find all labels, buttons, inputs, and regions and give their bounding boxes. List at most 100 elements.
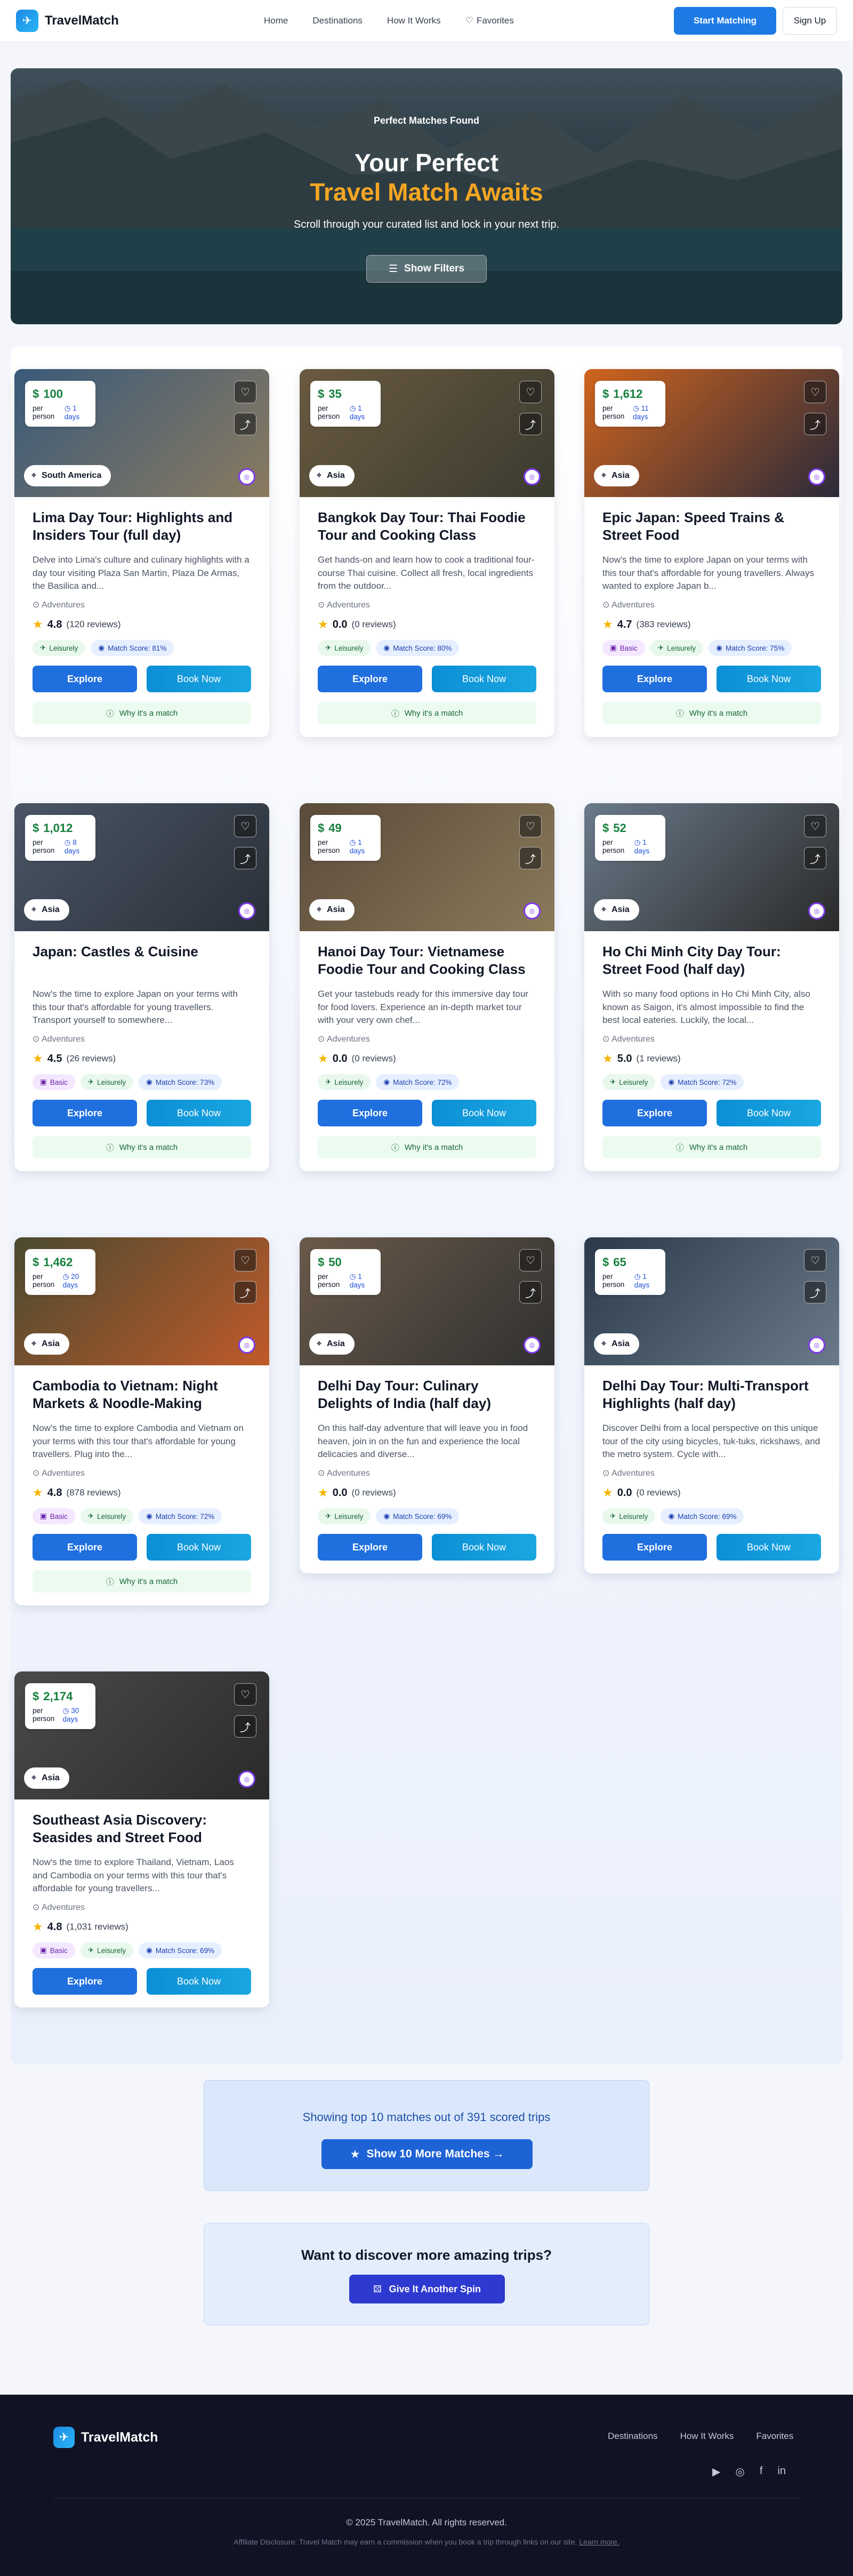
brand-logo[interactable]: ✈ TravelMatch — [16, 9, 119, 32]
favorite-button[interactable]: ♡ — [519, 815, 542, 837]
learn-more-link[interactable]: Learn more. — [579, 2538, 619, 2546]
trip-image[interactable]: $52 per person ◷ 1 days ♡ ⤴ ⌖ Asia ◎ — [584, 803, 839, 931]
show-filters-button[interactable]: ☰ Show Filters — [366, 255, 487, 283]
favorite-button[interactable]: ♡ — [234, 1683, 256, 1706]
tag-basic: ▣ Basic — [33, 1508, 75, 1524]
explore-button[interactable]: Explore — [33, 666, 137, 692]
region-badge: ⌖ Asia — [309, 1333, 355, 1355]
trip-image[interactable]: $50 per person ◷ 1 days ♡ ⤴ ⌖ Asia ◎ — [300, 1237, 554, 1365]
nav-how-it-works[interactable]: How It Works — [387, 15, 441, 26]
clock-icon: ◷ — [349, 838, 356, 846]
favorite-button[interactable]: ♡ — [234, 381, 256, 403]
book-now-button[interactable]: Book Now — [717, 1534, 821, 1561]
why-match-button[interactable]: ⓘ Why it's a match — [33, 702, 251, 724]
tag-label: Match Score: 72% — [155, 1512, 215, 1521]
explore-button[interactable]: Explore — [33, 1100, 137, 1126]
tag-label: Match Score: 75% — [725, 644, 785, 652]
explore-button[interactable]: Explore — [33, 1534, 137, 1561]
favorite-button[interactable]: ♡ — [804, 381, 826, 403]
share-button[interactable]: ⤴ — [234, 413, 256, 435]
tag-label: Leisurely — [667, 644, 696, 652]
nav-destinations[interactable]: Destinations — [312, 15, 363, 26]
share-button[interactable]: ⤴ — [234, 847, 256, 869]
explore-button[interactable]: Explore — [318, 1534, 422, 1561]
book-now-button[interactable]: Book Now — [432, 666, 536, 692]
trip-image[interactable]: $49 per person ◷ 1 days ♡ ⤴ ⌖ Asia ◎ — [300, 803, 554, 931]
share-button[interactable]: ⤴ — [519, 847, 542, 869]
nav-favorites[interactable]: ♡ Favorites — [465, 15, 514, 26]
book-now-button[interactable]: Book Now — [147, 1534, 251, 1561]
trip-title[interactable]: Delhi Day Tour: Multi-Transport Highligh… — [602, 1377, 821, 1412]
trip-image[interactable]: $35 per person ◷ 1 days ♡ ⤴ ⌖ Asia ◎ — [300, 369, 554, 497]
youtube-icon[interactable]: ▶ — [712, 2465, 720, 2478]
linkedin-icon[interactable]: in — [777, 2465, 786, 2478]
trip-title[interactable]: Delhi Day Tour: Culinary Delights of Ind… — [318, 1377, 536, 1412]
footer-logo[interactable]: ✈ TravelMatch — [53, 2427, 158, 2448]
footer-link-how-it-works[interactable]: How It Works — [680, 2431, 734, 2442]
share-button[interactable]: ⤴ — [234, 1715, 256, 1738]
trip-title[interactable]: Japan: Castles & Cuisine — [33, 943, 251, 978]
trip-title[interactable]: Lima Day Tour: Highlights and Insiders T… — [33, 509, 251, 544]
favorite-button[interactable]: ♡ — [804, 1249, 826, 1271]
why-match-button[interactable]: ⓘ Why it's a match — [602, 702, 821, 724]
explore-button[interactable]: Explore — [318, 1100, 422, 1126]
trip-title[interactable]: Southeast Asia Discovery: Seasides and S… — [33, 1811, 251, 1846]
trip-title[interactable]: Cambodia to Vietnam: Night Markets & Noo… — [33, 1377, 251, 1412]
why-match-button[interactable]: ⓘ Why it's a match — [33, 1570, 251, 1593]
book-now-button[interactable]: Book Now — [717, 1100, 821, 1126]
instagram-icon[interactable]: ◎ — [735, 2465, 744, 2478]
trip-image[interactable]: $100 per person ◷ 1 days ♡ ⤴ ⌖ South Ame… — [14, 369, 269, 497]
book-now-button[interactable]: Book Now — [147, 666, 251, 692]
book-now-button[interactable]: Book Now — [147, 1968, 251, 1995]
favorite-button[interactable]: ♡ — [234, 1249, 256, 1271]
spin-again-button[interactable]: ⚄ Give It Another Spin — [349, 2275, 505, 2303]
tag-list: ▣ Basic ✈ Leisurely ◉ Match Score: 69% — [33, 1942, 251, 1958]
start-matching-button[interactable]: Start Matching — [674, 7, 776, 35]
why-match-button[interactable]: ⓘ Why it's a match — [318, 1136, 536, 1158]
nav-home[interactable]: Home — [264, 15, 288, 26]
book-now-button[interactable]: Book Now — [432, 1100, 536, 1126]
facebook-icon[interactable]: f — [760, 2465, 763, 2478]
favorite-button[interactable]: ♡ — [519, 1249, 542, 1271]
share-icon: ⤴ — [240, 1722, 251, 1734]
explore-button[interactable]: Explore — [33, 1968, 137, 1995]
trip-image[interactable]: $1,612 per person ◷ 11 days ♡ ⤴ ⌖ Asia ◎ — [584, 369, 839, 497]
tag-list: ▣ Basic ✈ Leisurely ◉ Match Score: 73% — [33, 1074, 251, 1090]
why-match-button[interactable]: ⓘ Why it's a match — [33, 1136, 251, 1158]
trip-image[interactable]: $1,462 per person ◷ 20 days ♡ ⤴ ⌖ Asia ◎ — [14, 1237, 269, 1365]
explore-button[interactable]: Explore — [602, 666, 707, 692]
favorite-button[interactable]: ♡ — [234, 815, 256, 837]
explore-button[interactable]: Explore — [318, 666, 422, 692]
show-more-button[interactable]: ★ Show 10 More Matches → — [321, 2139, 533, 2169]
why-match-button[interactable]: ⓘ Why it's a match — [602, 1136, 821, 1158]
trip-image[interactable]: $1,012 per person ◷ 8 days ♡ ⤴ ⌖ Asia ◎ — [14, 803, 269, 931]
sign-up-button[interactable]: Sign Up — [783, 7, 837, 35]
book-now-button[interactable]: Book Now — [432, 1534, 536, 1561]
explore-button[interactable]: Explore — [602, 1534, 707, 1561]
review-count: (878 reviews) — [66, 1487, 121, 1498]
trip-title[interactable]: Bangkok Day Tour: Thai Foodie Tour and C… — [318, 509, 536, 544]
book-now-button[interactable]: Book Now — [147, 1100, 251, 1126]
share-button[interactable]: ⤴ — [804, 413, 826, 435]
tag-icon: ◉ — [668, 1512, 675, 1520]
share-button[interactable]: ⤴ — [804, 847, 826, 869]
trip-title[interactable]: Hanoi Day Tour: Vietnamese Foodie Tour a… — [318, 943, 536, 978]
explore-button[interactable]: Explore — [602, 1100, 707, 1126]
book-now-button[interactable]: Book Now — [717, 666, 821, 692]
share-button[interactable]: ⤴ — [519, 413, 542, 435]
trip-title[interactable]: Epic Japan: Speed Trains & Street Food — [602, 509, 821, 544]
location-pin-icon: ⌖ — [317, 905, 322, 914]
trip-title[interactable]: Ho Chi Minh City Day Tour: Street Food (… — [602, 943, 821, 978]
why-match-button[interactable]: ⓘ Why it's a match — [318, 702, 536, 724]
price-meta: per person ◷ 1 days — [318, 404, 373, 421]
favorite-button[interactable]: ♡ — [804, 815, 826, 837]
provider-logo-icon: ◎ — [808, 468, 825, 485]
footer-link-destinations[interactable]: Destinations — [608, 2431, 658, 2442]
share-button[interactable]: ⤴ — [804, 1281, 826, 1303]
trip-image[interactable]: $2,174 per person ◷ 30 days ♡ ⤴ ⌖ Asia ◎ — [14, 1671, 269, 1799]
share-button[interactable]: ⤴ — [234, 1281, 256, 1303]
trip-image[interactable]: $65 per person ◷ 1 days ♡ ⤴ ⌖ Asia ◎ — [584, 1237, 839, 1365]
share-button[interactable]: ⤴ — [519, 1281, 542, 1303]
favorite-button[interactable]: ♡ — [519, 381, 542, 403]
footer-link-favorites[interactable]: Favorites — [756, 2431, 793, 2442]
